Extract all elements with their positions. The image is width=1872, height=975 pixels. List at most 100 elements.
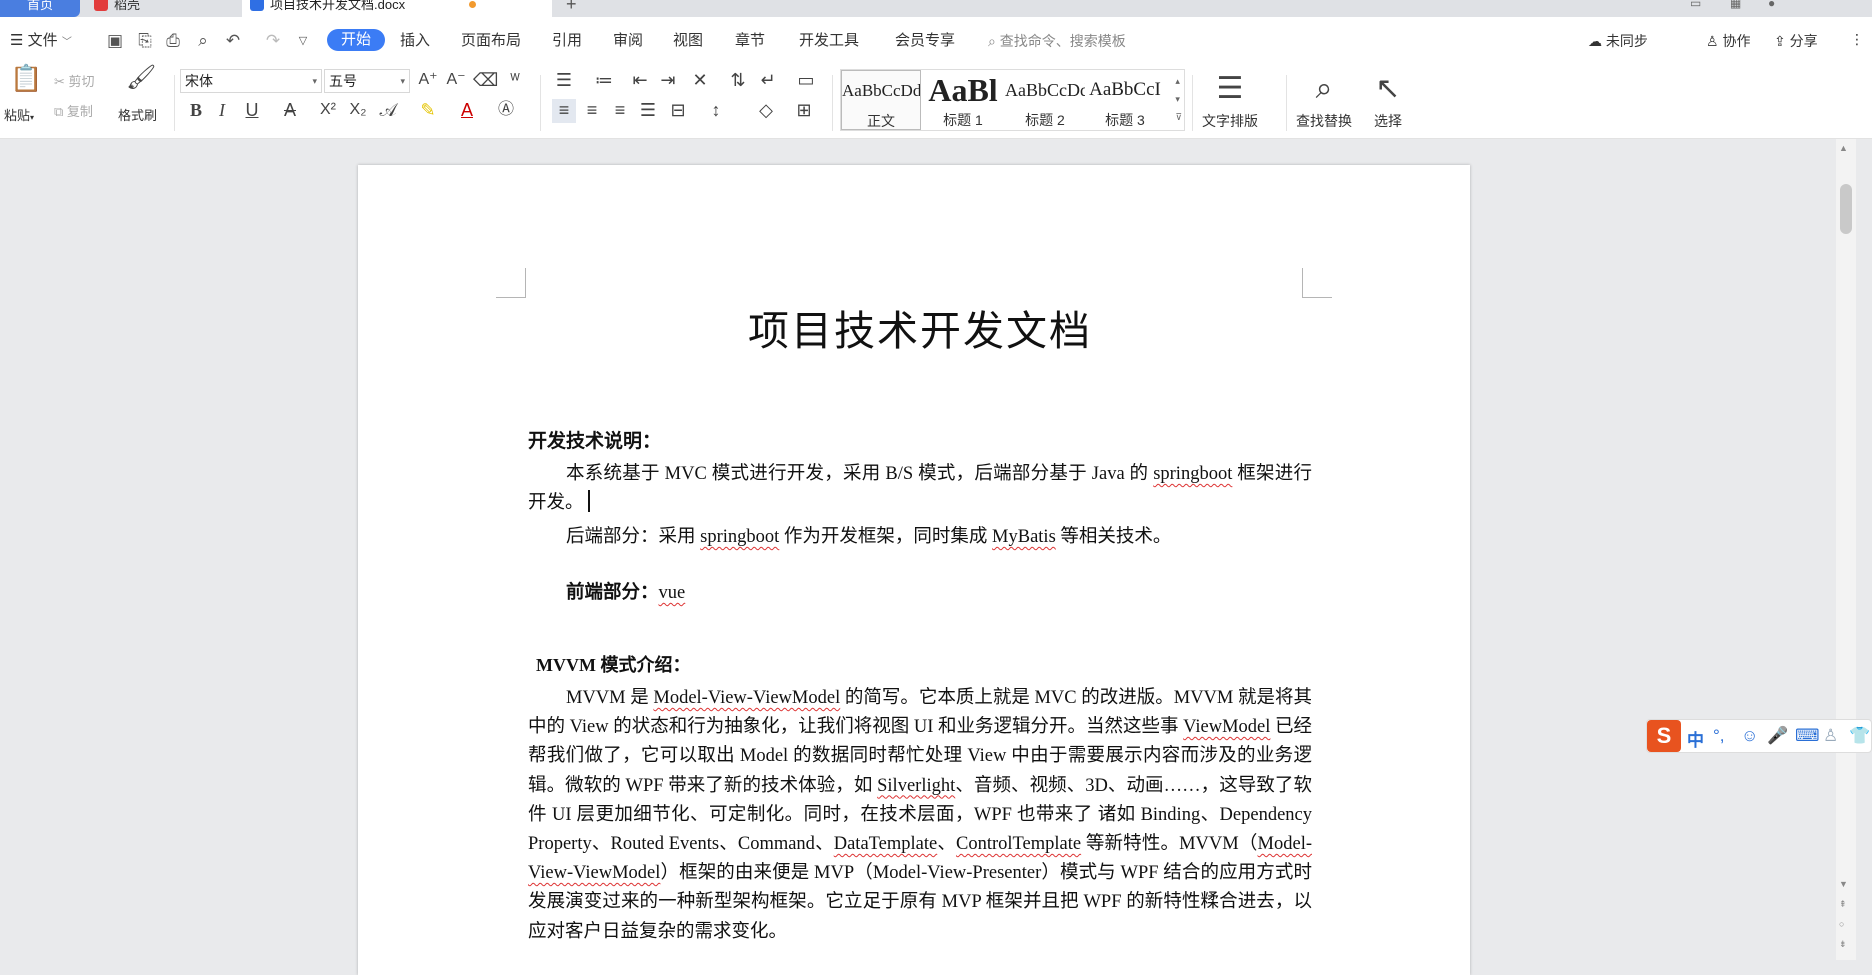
keyboard-icon[interactable]: ⌨: [1795, 726, 1820, 746]
tab-document-label: 项目技术开发文档.docx: [270, 0, 406, 12]
paste-icon[interactable]: 📋: [10, 65, 42, 101]
style-normal[interactable]: AaBbCcDd 正文: [841, 70, 921, 130]
tab-chapter[interactable]: 章节: [735, 31, 765, 51]
sort-icon[interactable]: ⇅: [726, 69, 750, 93]
tab-review[interactable]: 审阅: [613, 31, 643, 51]
sync-button[interactable]: ☁ 未同步: [1588, 31, 1648, 51]
text: springboot: [1153, 464, 1233, 484]
cloud-icon: ☁: [1588, 33, 1602, 49]
more-vertical-icon[interactable]: ⋮: [1850, 31, 1864, 48]
tab-insert[interactable]: 插入: [400, 31, 430, 51]
align-left-icon[interactable]: ≡: [552, 99, 576, 123]
highlight-icon[interactable]: ✎: [416, 99, 440, 123]
strikethrough-icon[interactable]: A: [278, 99, 302, 123]
share-button[interactable]: ⇪ 分享: [1774, 31, 1818, 51]
print-preview-icon[interactable]: ⌕: [192, 30, 214, 52]
tab-document[interactable]: 项目技术开发文档.docx: [242, 0, 552, 17]
collab-label: 协作: [1722, 33, 1751, 49]
line-spacing-icon[interactable]: ↕: [704, 99, 728, 123]
menu-bar: ☰ 文件 ﹀ ▣ ⎘ ⎙ ⌕ ↶ ↷ ▽ 开始 插入 页面布局 引用 审阅 视图…: [0, 17, 1872, 67]
show-marks-icon[interactable]: ↵: [756, 69, 780, 93]
style-heading-2[interactable]: AaBbCcDd 标题 2: [1005, 70, 1085, 130]
font-size-select[interactable]: 五号 ▾: [324, 69, 410, 93]
decrease-indent-icon[interactable]: ⇤: [628, 69, 652, 93]
subscript-icon[interactable]: X₂: [346, 99, 370, 123]
distributed-icon[interactable]: ⊟: [666, 99, 690, 123]
numbered-list-icon[interactable]: ≔: [592, 69, 616, 93]
char-border-icon[interactable]: Ⓐ: [494, 99, 518, 123]
shading-icon[interactable]: ◇: [754, 99, 778, 123]
borders-icon[interactable]: ⊞: [792, 99, 816, 123]
plus-icon[interactable]: +: [566, 0, 577, 15]
export-pdf-icon[interactable]: ⎘: [134, 30, 156, 52]
italic-icon[interactable]: I: [210, 99, 234, 123]
file-menu[interactable]: ☰ 文件 ﹀: [10, 31, 72, 53]
bold-icon[interactable]: B: [184, 99, 208, 123]
shrink-font-icon[interactable]: A⁻: [444, 69, 468, 93]
separator: [1286, 75, 1287, 131]
scroll-up-icon[interactable]: ▲: [1839, 143, 1848, 153]
tab-developer[interactable]: 开发工具: [799, 31, 859, 51]
user-icon[interactable]: ♙: [1823, 726, 1838, 746]
tab-home[interactable]: 首页: [0, 0, 80, 17]
justify-icon[interactable]: ☰: [636, 99, 660, 123]
document-page[interactable]: 项目技术开发文档 开发技术说明： 本系统基于 MVC 模式进行开发，采用 B/S…: [358, 165, 1470, 975]
style-scroll-icon[interactable]: ▴ ▾ ⊽: [1175, 72, 1182, 126]
ribbon-toolbar: 📋 粘贴▾ ✂ 剪切 ⧉ 复制 🖌 格式刷 宋体 ▾ 五号 ▾ A⁺ A⁻ ⌫ ᵂ …: [0, 65, 1872, 139]
collab-button[interactable]: ♙ 协作: [1706, 31, 1750, 51]
style-heading-3[interactable]: AaBbCcI 标题 3: [1085, 70, 1165, 130]
ime-lang-toggle[interactable]: 中: [1687, 726, 1704, 751]
font-name-select[interactable]: 宋体 ▾: [180, 69, 322, 93]
tab-page-layout[interactable]: 页面布局: [461, 31, 521, 51]
text-layout-icon: ☰: [1216, 72, 1244, 105]
underline-icon[interactable]: U: [240, 99, 264, 123]
punctuation-icon[interactable]: °,: [1713, 726, 1725, 746]
format-painter-button[interactable]: 格式刷: [118, 105, 157, 124]
increase-indent-icon[interactable]: ⇥: [656, 69, 680, 93]
sogou-logo-icon[interactable]: S: [1647, 720, 1681, 752]
grow-font-icon[interactable]: A⁺: [416, 69, 440, 93]
more-dropdown-icon[interactable]: ▽: [292, 30, 314, 52]
next-page-icon[interactable]: ⇟: [1839, 939, 1847, 950]
ruler-icon[interactable]: ▭: [794, 69, 818, 93]
paste-button[interactable]: 粘贴▾: [4, 105, 34, 124]
prev-page-icon[interactable]: ⇞: [1839, 899, 1847, 910]
text-layout-button[interactable]: ☰ 文字排版: [1202, 67, 1258, 131]
save-icon[interactable]: ▣: [104, 30, 126, 52]
scroll-down-icon[interactable]: ▼: [1839, 879, 1848, 889]
tab-references[interactable]: 引用: [552, 31, 582, 51]
layout-icon[interactable]: ▭: [1690, 0, 1701, 10]
copy-button[interactable]: ⧉ 复制: [54, 101, 93, 120]
font-color-icon[interactable]: A: [455, 99, 479, 123]
tab-view[interactable]: 视图: [673, 31, 703, 51]
grid-icon[interactable]: ▦: [1730, 0, 1741, 10]
chinese-layout-icon[interactable]: ✕: [688, 69, 712, 93]
microphone-icon[interactable]: 🎤: [1767, 726, 1788, 746]
superscript-icon[interactable]: X²: [316, 99, 340, 123]
align-right-icon[interactable]: ≡: [608, 99, 632, 123]
text-effect-icon[interactable]: 𝒜: [376, 99, 400, 123]
redo-icon[interactable]: ↷: [262, 30, 284, 52]
avatar[interactable]: ●: [1768, 0, 1775, 10]
print-icon[interactable]: ⎙: [162, 30, 184, 52]
search-icon: ⌕: [1315, 72, 1333, 105]
undo-icon[interactable]: ↶: [222, 30, 244, 52]
clear-format-icon[interactable]: ⌫: [473, 69, 498, 93]
style-heading-1[interactable]: AaBl 标题 1: [923, 70, 1003, 130]
scrollbar-thumb[interactable]: [1840, 184, 1852, 234]
command-search[interactable]: ⌕ 查找命令、搜索模板: [988, 31, 1126, 51]
cut-button[interactable]: ✂ 剪切: [54, 71, 95, 90]
tab-home-ribbon[interactable]: 开始: [327, 29, 386, 51]
tab-docer[interactable]: 稻壳: [86, 0, 236, 17]
find-replace-button[interactable]: ⌕ 查找替换: [1296, 67, 1352, 131]
emoji-icon[interactable]: ☺: [1741, 726, 1758, 746]
select-button[interactable]: ↖ 选择: [1374, 67, 1402, 131]
tab-member[interactable]: 会员专享: [895, 31, 955, 51]
skin-icon[interactable]: 👕: [1849, 726, 1870, 746]
align-center-icon[interactable]: ≡: [580, 99, 604, 123]
phonetic-guide-icon[interactable]: ᵂ: [503, 69, 527, 93]
bullet-list-icon[interactable]: ☰: [552, 69, 576, 93]
brush-icon[interactable]: 🖌: [126, 66, 156, 101]
select-browse-icon[interactable]: ○: [1839, 919, 1844, 929]
vertical-scrollbar[interactable]: ▲ ▼ ⇞ ○ ⇟: [1836, 139, 1856, 960]
